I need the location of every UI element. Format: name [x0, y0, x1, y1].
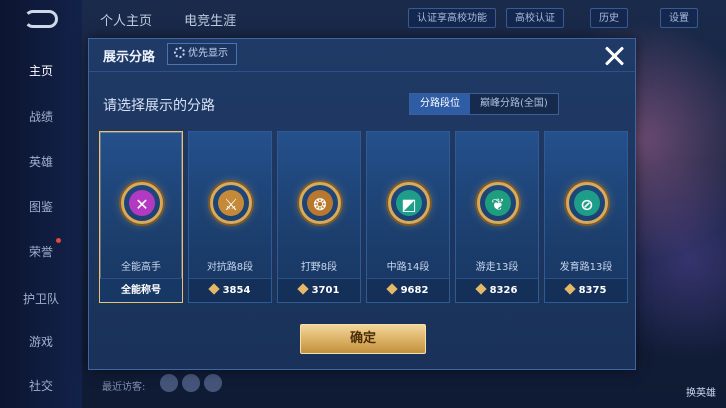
lane-card[interactable]: ❂ 打野8段 3701 — [277, 131, 361, 303]
clash-lane-icon: ⚔ — [210, 182, 252, 224]
history-button[interactable]: 历史 — [590, 8, 628, 28]
lane-score: 3854 — [189, 278, 271, 302]
recent-visitors-label: 最近访客: — [102, 382, 146, 393]
lane-score: 8375 — [545, 278, 627, 302]
divider — [89, 71, 635, 72]
roam-icon: ❦ — [477, 182, 519, 224]
lane-card[interactable]: ⚔ 对抗路8段 3854 — [188, 131, 272, 303]
score-icon — [474, 283, 487, 295]
mid-lane-icon: ◩ — [388, 182, 430, 224]
score-icon — [207, 283, 220, 295]
priority-display-label: 优先显示 — [188, 48, 228, 59]
lane-card[interactable]: ✕ 全能高手全能称号 — [99, 131, 183, 303]
campus-feature-button[interactable]: 认证享高校功能 — [408, 8, 496, 28]
farm-lane-icon: ⊘ — [566, 182, 608, 224]
top-tabs: 个人主页 电竞生涯 — [100, 10, 264, 29]
priority-display-button[interactable]: 优先显示 — [167, 43, 237, 65]
lane-cards: ✕ 全能高手全能称号 ⚔ 对抗路8段 3854 ❂ 打野8段 3701 ◩ 中路14段 9682 ❦ 游… — [99, 131, 628, 303]
settings-button[interactable]: 设置 — [660, 8, 698, 28]
tab-peak-lane[interactable]: 巅峰分路(全国) — [470, 94, 558, 114]
sidebar-item-atlas[interactable]: 图鉴 — [0, 198, 82, 215]
back-logo-icon[interactable] — [24, 10, 58, 28]
lane-type-tabs: 分路段位 巅峰分路(全国) — [409, 93, 559, 115]
score-icon — [296, 283, 309, 295]
score-icon — [385, 283, 398, 295]
campus-cert-button[interactable]: 高校认证 — [506, 8, 564, 28]
sidebar: 主页 战绩 英雄 图鉴 荣誉 护卫队 游戏 社交 — [0, 0, 82, 408]
dialog-title: 展示分路 — [103, 50, 156, 65]
sidebar-item-honor[interactable]: 荣誉 — [0, 243, 82, 260]
lane-card[interactable]: ◩ 中路14段 9682 — [366, 131, 450, 303]
tab-profile[interactable]: 个人主页 — [100, 14, 152, 29]
confirm-button[interactable]: 确定 — [300, 324, 426, 354]
sidebar-item-social[interactable]: 社交 — [0, 377, 82, 394]
lane-name: 打野8段 — [300, 262, 338, 273]
visitor-avatar-icon[interactable] — [204, 374, 222, 392]
lane-name: 对抗路8段 — [206, 262, 254, 273]
visitor-avatar-icon[interactable] — [160, 374, 178, 392]
lane-name: 中路14段 — [386, 262, 430, 273]
notification-dot — [56, 238, 61, 243]
close-icon[interactable] — [603, 45, 625, 67]
gear-icon — [174, 47, 185, 58]
lane-name: 发育路13段 — [559, 262, 613, 273]
tab-lane-rank[interactable]: 分路段位 — [410, 94, 470, 114]
change-hero-label[interactable]: 换英雄 — [686, 384, 716, 399]
lane-card[interactable]: ❦ 游走13段 8326 — [455, 131, 539, 303]
jungle-icon: ❂ — [299, 182, 341, 224]
sidebar-item-hero[interactable]: 英雄 — [0, 153, 82, 170]
tab-esports[interactable]: 电竞生涯 — [184, 14, 236, 29]
score-icon — [563, 283, 576, 295]
lane-name: 游走13段 — [475, 262, 519, 273]
lane-score: 9682 — [367, 278, 449, 302]
sidebar-item-game[interactable]: 游戏 — [0, 333, 82, 350]
display-lane-dialog: 展示分路 优先显示 请选择展示的分路 分路段位 巅峰分路(全国) ✕ 全能高手全能… — [88, 38, 636, 370]
lane-score: 8326 — [456, 278, 538, 302]
all-round-title: 全能称号 — [100, 278, 182, 302]
sidebar-item-record[interactable]: 战绩 — [0, 108, 82, 125]
lane-name: 全能高手 — [121, 262, 161, 273]
all-round-icon: ✕ — [121, 182, 163, 224]
lane-score: 3701 — [278, 278, 360, 302]
sidebar-item-home[interactable]: 主页 — [0, 62, 82, 79]
lane-card[interactable]: ⊘ 发育路13段 8375 — [544, 131, 628, 303]
sidebar-item-guard[interactable]: 护卫队 — [0, 290, 82, 307]
select-prompt: 请选择展示的分路 — [103, 98, 215, 114]
visitor-avatar-icon[interactable] — [182, 374, 200, 392]
